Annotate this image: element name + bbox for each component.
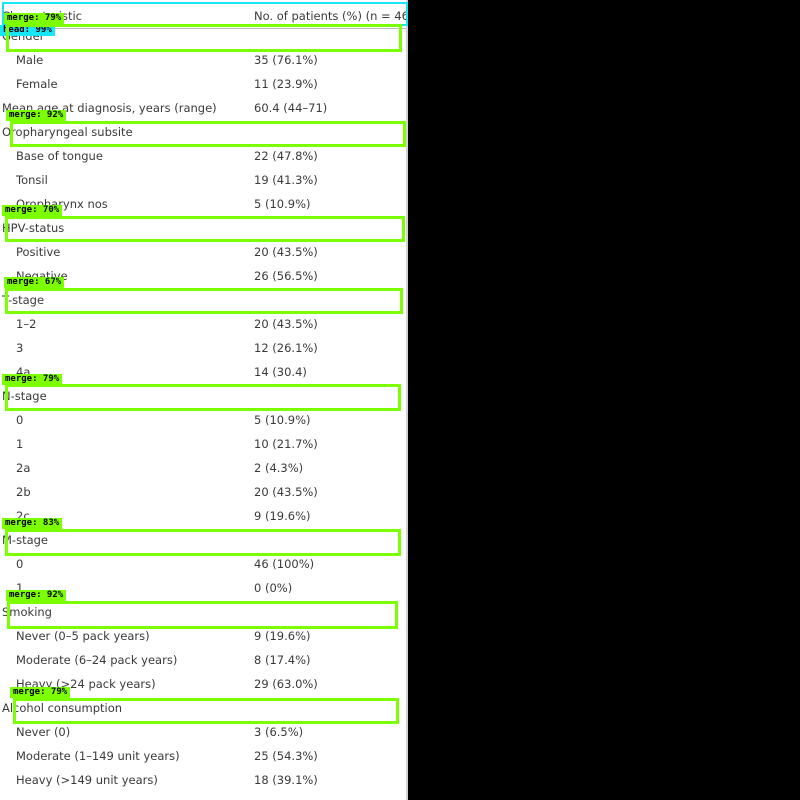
row-value: 9 (19.6%) bbox=[254, 509, 311, 523]
merge-detection-label: merge: 83% bbox=[2, 518, 63, 529]
table-row: Heavy (>149 unit years) 18 (39.1%) bbox=[0, 768, 406, 792]
merge-detection-box bbox=[6, 24, 402, 52]
row-value: 0 (0%) bbox=[254, 581, 293, 595]
row-value: 18 (39.1%) bbox=[254, 773, 318, 787]
table-row: Moderate (1–149 unit years) 25 (54.3%) bbox=[0, 744, 406, 768]
row-label: Female bbox=[16, 77, 58, 91]
row-label: 1–2 bbox=[16, 317, 37, 331]
row-label: Positive bbox=[16, 245, 61, 259]
row-value: 20 (43.5%) bbox=[254, 245, 318, 259]
merge-detection-box bbox=[10, 121, 406, 147]
row-value: 8 (17.4%) bbox=[254, 653, 311, 667]
row-value: 10 (21.7%) bbox=[254, 437, 318, 451]
row-label: 2a bbox=[16, 461, 31, 475]
table-row: Tonsil 19 (41.3%) bbox=[0, 168, 406, 192]
row-value: 20 (43.5%) bbox=[254, 485, 318, 499]
row-value: 14 (30.4) bbox=[254, 365, 307, 379]
table-row: 1 10 (21.7%) bbox=[0, 432, 406, 456]
row-value: 19 (41.3%) bbox=[254, 173, 318, 187]
row-value: 5 (10.9%) bbox=[254, 413, 311, 427]
table-row: 1–2 20 (43.5%) bbox=[0, 312, 406, 336]
merge-detection-box bbox=[5, 216, 405, 242]
merge-detection-box bbox=[5, 529, 401, 556]
row-label: 2b bbox=[16, 485, 31, 499]
row-value: 60.4 (44–71) bbox=[254, 101, 328, 115]
row-label: Heavy (>149 unit years) bbox=[16, 773, 158, 787]
merge-detection-box bbox=[5, 384, 401, 411]
merge-detection-label: merge: 79% bbox=[4, 13, 65, 24]
merge-detection-label: merge: 92% bbox=[6, 590, 67, 601]
row-label: 0 bbox=[16, 413, 24, 427]
merge-detection-box bbox=[5, 288, 403, 314]
row-value: 12 (26.1%) bbox=[254, 341, 318, 355]
row-label: Moderate (6–24 pack years) bbox=[16, 653, 178, 667]
merge-detection-label: merge: 70% bbox=[2, 205, 63, 216]
table-row: 0 5 (10.9%) bbox=[0, 408, 406, 432]
table-row: 3 12 (26.1%) bbox=[0, 336, 406, 360]
merge-detection-label: merge: 79% bbox=[10, 687, 71, 698]
row-value: 29 (63.0%) bbox=[254, 677, 318, 691]
table-row: Positive 20 (43.5%) bbox=[0, 240, 406, 264]
row-value: 5 (10.9%) bbox=[254, 197, 311, 211]
merge-detection-box bbox=[13, 698, 399, 724]
row-label: Tonsil bbox=[16, 173, 48, 187]
row-label: 3 bbox=[16, 341, 24, 355]
merge-detection-label: merge: 67% bbox=[4, 277, 65, 288]
table-row: Base of tongue 22 (47.8%) bbox=[0, 144, 406, 168]
row-value: 11 (23.9%) bbox=[254, 77, 318, 91]
row-value: 20 (43.5%) bbox=[254, 317, 318, 331]
row-label: 1 bbox=[16, 437, 24, 451]
row-value: 26 (56.5%) bbox=[254, 269, 318, 283]
merge-detection-box bbox=[7, 601, 398, 629]
merge-detection-label: merge: 92% bbox=[6, 110, 67, 121]
row-label: Moderate (1–149 unit years) bbox=[16, 749, 180, 763]
row-value: 25 (54.3%) bbox=[254, 749, 318, 763]
row-label: Base of tongue bbox=[16, 149, 103, 163]
table-row: 2a 2 (4.3%) bbox=[0, 456, 406, 480]
row-value: 2 (4.3%) bbox=[254, 461, 304, 475]
table-row: 2b 20 (43.5%) bbox=[0, 480, 406, 504]
merge-detection-label: merge: 79% bbox=[2, 374, 63, 385]
table-row: Female 11 (23.9%) bbox=[0, 72, 406, 96]
table-row: Moderate (6–24 pack years) 8 (17.4%) bbox=[0, 648, 406, 672]
row-value: 22 (47.8%) bbox=[254, 149, 318, 163]
